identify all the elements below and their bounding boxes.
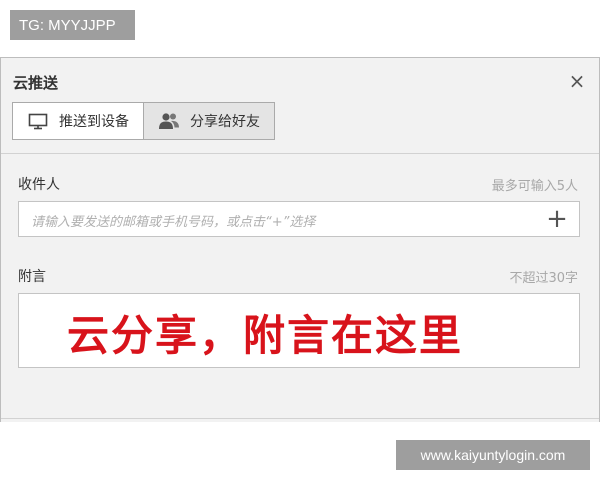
message-textarea[interactable]: 云分享，附言在这里 <box>18 293 580 368</box>
recipient-hint: 最多可输入5人 <box>491 179 578 194</box>
recipient-input[interactable]: 请输入要发送的邮箱或手机号码，或点击“+”选择 + <box>18 201 580 237</box>
monitor-icon <box>27 112 49 130</box>
message-hint: 不超过30字 <box>509 271 578 286</box>
tab-push-to-device[interactable]: 推送到设备 <box>13 103 143 139</box>
tab-bar: 推送到设备 分享给好友 <box>12 102 275 140</box>
divider <box>1 153 599 154</box>
watermark-top-left: TG: MYYJJPP <box>10 10 135 40</box>
cloud-push-dialog: 云推送 × 推送到设备 分享给好友 收件人 最多可输入5人 请输入要发送的邮箱或… <box>0 57 600 422</box>
dialog-title: 云推送 <box>13 74 59 92</box>
watermark-bottom-right: www.kaiyuntylogin.com <box>396 440 590 470</box>
footer-divider <box>1 418 599 419</box>
message-label: 附言 <box>18 269 46 285</box>
recipient-label: 收件人 <box>18 177 60 193</box>
users-icon <box>158 112 180 130</box>
tab-label: 推送到设备 <box>59 114 129 130</box>
plus-icon[interactable]: + <box>545 206 569 232</box>
recipient-placeholder: 请输入要发送的邮箱或手机号码，或点击“+”选择 <box>31 215 316 230</box>
close-icon[interactable]: × <box>567 71 587 91</box>
message-text: 云分享，附言在这里 <box>67 311 464 360</box>
tab-share-with-friends[interactable]: 分享给好友 <box>143 103 274 139</box>
tab-label: 分享给好友 <box>190 114 260 130</box>
